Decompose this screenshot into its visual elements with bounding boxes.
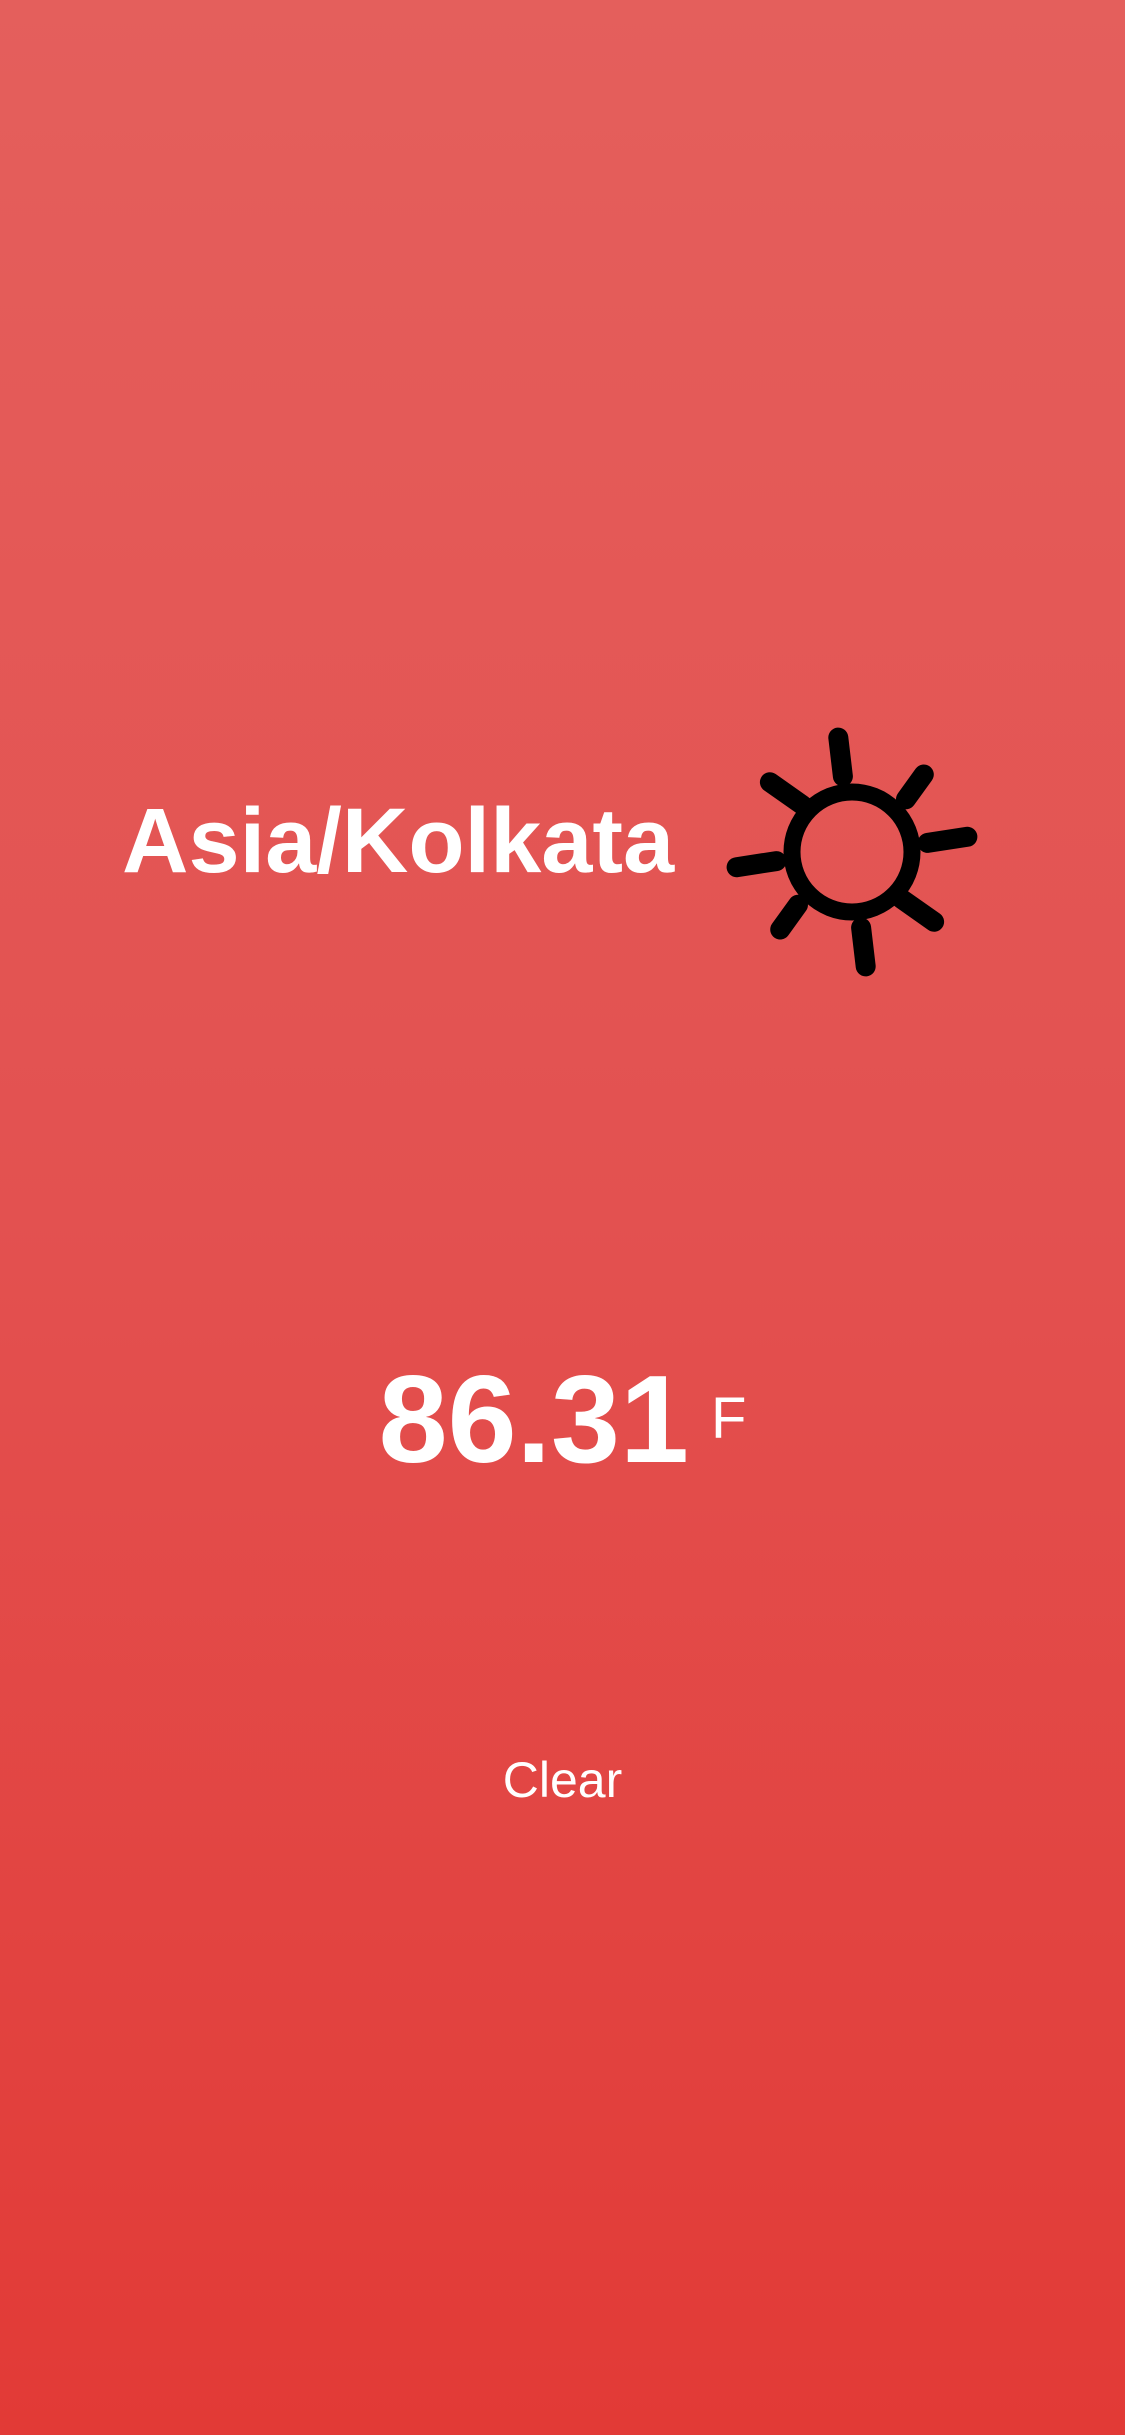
- sun-icon: [726, 727, 978, 977]
- weather-condition: Clear: [502, 1752, 623, 1808]
- temperature-display: 86.31 F: [0, 1358, 1125, 1482]
- location-name: Asia/Kolkata: [122, 790, 675, 892]
- temperature-unit: F: [710, 1386, 747, 1451]
- weather-screen: Asia/Kolkata 86.31 F Clear: [0, 0, 1125, 2435]
- temperature-value: 86.31: [378, 1351, 689, 1489]
